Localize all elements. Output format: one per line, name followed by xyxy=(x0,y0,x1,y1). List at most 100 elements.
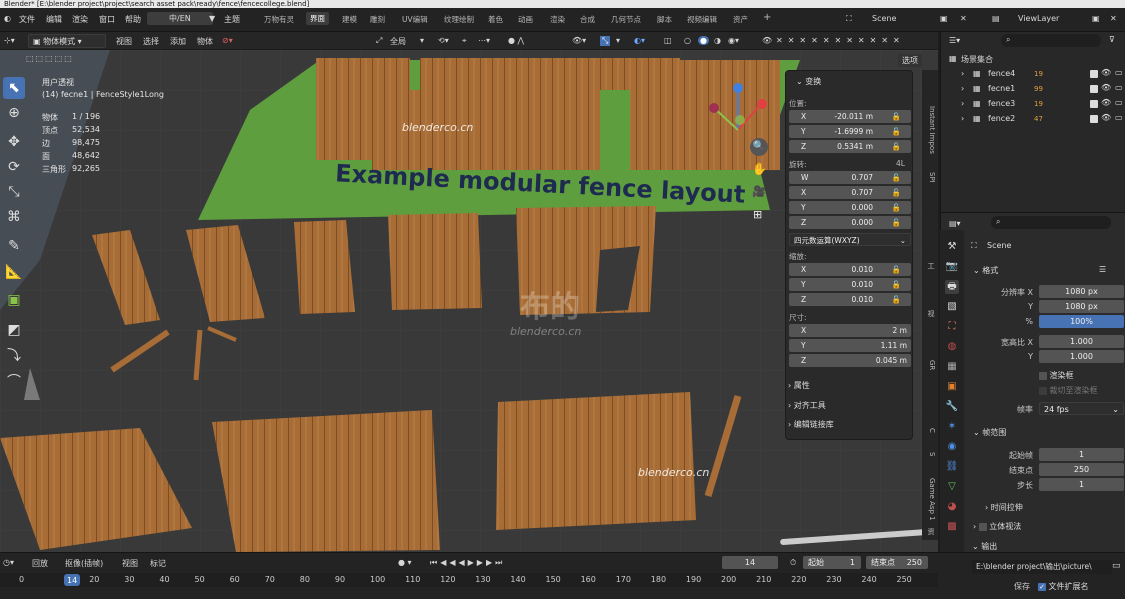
filter-icon[interactable]: ⊽ xyxy=(1109,35,1115,44)
frame-range-header[interactable]: ⌄ 帧范围 xyxy=(973,427,1006,438)
render-region-checkbox[interactable]: 渲染框 xyxy=(1039,370,1074,381)
pivot-icon[interactable]: ⟲▾ xyxy=(438,36,449,45)
tab-workspace-0[interactable]: 万物有灵 xyxy=(264,14,294,25)
include-checkbox[interactable] xyxy=(1090,69,1098,78)
physics-tab-icon[interactable]: ◉ xyxy=(945,440,959,454)
wireframe-shading-icon[interactable]: ○ xyxy=(684,36,691,45)
properties-panel-header[interactable]: › 属性 xyxy=(788,380,810,391)
editor-type-icon[interactable]: ⊹▾ xyxy=(4,36,15,45)
use-preview-range-icon[interactable]: ⏱ xyxy=(790,558,796,568)
dropdown-arrow-icon[interactable]: ▼ xyxy=(209,14,215,23)
frame-step-field[interactable]: 1 xyxy=(1039,478,1124,491)
menu-keying[interactable]: 抠像(插帧) xyxy=(65,558,103,569)
lock-icon[interactable]: 🔓 xyxy=(892,186,901,199)
camera-icon[interactable]: 🎥 xyxy=(752,185,766,198)
material-shading-icon[interactable]: ◑ xyxy=(714,36,721,45)
dropdown-arrow-icon[interactable]: ▾ xyxy=(420,36,424,45)
dropdown-arrow-icon[interactable]: ▾ xyxy=(616,36,620,45)
expand-arrow-icon[interactable]: › xyxy=(961,99,964,108)
select-mode-icons[interactable]: ⬚⬚⬚⬚⬚ xyxy=(26,54,74,63)
include-checkbox[interactable] xyxy=(1090,114,1098,123)
material-tab-icon[interactable]: ◕ xyxy=(945,500,959,514)
pan-hand-icon[interactable]: ✋ xyxy=(752,162,767,176)
tab-rendering[interactable]: 渲染 xyxy=(550,14,565,25)
menu-select[interactable]: 选择 xyxy=(143,36,159,47)
neg-x-axis-handle[interactable] xyxy=(709,103,719,113)
dimensions-y-field[interactable]: Y 1.11 m xyxy=(789,339,911,352)
frame-start-field[interactable]: 1 xyxy=(1039,448,1124,461)
dimensions-x-field[interactable]: X2 m xyxy=(789,324,911,337)
dimensions-z-field[interactable]: Z 0.045 m xyxy=(789,354,911,367)
ortho-grid-icon[interactable]: ⊞ xyxy=(753,208,762,221)
tab-modeling[interactable]: 建模 xyxy=(342,14,357,25)
tab-workspace-layout[interactable]: 界面 xyxy=(306,12,329,25)
xray-icon[interactable]: ◫ xyxy=(664,36,672,45)
snap-target-icon[interactable]: ⋯▾ xyxy=(478,36,490,45)
menu-playback[interactable]: 回放 xyxy=(32,558,48,569)
curve-tool-icon[interactable]: ⌒ xyxy=(3,371,25,393)
lock-icon[interactable]: 🔓 xyxy=(892,110,901,123)
measure-tool-icon[interactable]: 📐 xyxy=(3,261,25,283)
mode-selector[interactable]: ▣ 物体模式 ▾ xyxy=(28,34,106,48)
tab-view[interactable]: 视 xyxy=(924,310,936,317)
gizmo-toggle-icon[interactable]: ⤡ xyxy=(600,36,611,46)
format-header[interactable]: ⌄ 格式 xyxy=(973,265,998,276)
menu-add[interactable]: 添加 xyxy=(170,36,186,47)
rotation-w-field[interactable]: W 0.707 🔓 xyxy=(789,171,911,184)
lock-icon[interactable]: 🔓 xyxy=(892,263,901,276)
tab-c[interactable]: C xyxy=(924,428,936,433)
timeline-start-field[interactable]: 起始 1 xyxy=(803,556,861,569)
tab-compositing[interactable]: 合成 xyxy=(580,14,595,25)
scene-collection-label[interactable]: 场景集合 xyxy=(961,54,993,65)
tab-geometry-nodes[interactable]: 几何节点 xyxy=(611,14,641,25)
lock-icon[interactable]: 🔓 xyxy=(892,140,901,153)
lock-icon[interactable]: 🔓 xyxy=(892,201,901,214)
camera-render-icon[interactable]: ▭ xyxy=(1115,83,1123,92)
res-percentage-slider[interactable]: 100% xyxy=(1039,315,1124,328)
menu-marker[interactable]: 标记 xyxy=(150,558,166,569)
tab-asset[interactable]: 资 xyxy=(924,528,936,535)
visibility-icon[interactable]: 👁▾ xyxy=(572,36,586,45)
tab-spi[interactable]: SPI xyxy=(924,172,936,183)
rotation-lock-4l[interactable]: 4L xyxy=(896,159,905,168)
transform-tool-icon[interactable]: ⌘ xyxy=(3,206,25,228)
material-icon[interactable]: ⊘▾ xyxy=(222,36,233,45)
new-view-layer-icon[interactable]: ▣ xyxy=(1092,14,1100,23)
add-cube-tool-icon[interactable]: ▣ xyxy=(3,289,25,311)
tab-uv-editing[interactable]: UV编辑 xyxy=(402,14,428,25)
eye-icon[interactable]: 👁 xyxy=(1101,68,1111,77)
overlay-icon[interactable]: ◐▾ xyxy=(634,36,645,45)
zoom-icon[interactable]: 🔍 xyxy=(750,138,768,156)
blender-logo-icon[interactable]: ◐ xyxy=(4,14,11,23)
properties-search-input[interactable]: ⌕ xyxy=(991,216,1111,229)
texture-tab-icon[interactable]: ▩ xyxy=(945,520,959,534)
rotation-y-field[interactable]: Y 0.000 🔓 xyxy=(789,201,911,214)
knife-tool-icon[interactable]: ◩ xyxy=(3,319,25,341)
view-layer-tab-icon[interactable]: ▧ xyxy=(945,300,959,314)
tab-sculpting[interactable]: 雕刻 xyxy=(370,14,385,25)
lang-switch-button[interactable]: 中/EN xyxy=(147,12,213,25)
expand-arrow-icon[interactable]: › xyxy=(961,69,964,78)
select-box-tool-icon[interactable]: ⬉ xyxy=(3,77,25,99)
scene-tab-icon[interactable]: ⛶ xyxy=(945,320,959,334)
move-tool-icon[interactable]: ✥ xyxy=(3,131,25,153)
extra-tool-icon[interactable]: ⤵ xyxy=(3,345,25,367)
add-workspace-icon[interactable]: + xyxy=(763,12,771,23)
rendered-shading-icon[interactable]: ◉▾ xyxy=(728,36,739,45)
outliner-item-name[interactable]: fence2 xyxy=(988,114,1015,123)
delete-scene-icon[interactable]: ✕ xyxy=(960,14,967,23)
eye-icon[interactable]: 👁 xyxy=(1101,83,1111,92)
camera-render-icon[interactable]: ▭ xyxy=(1115,98,1123,107)
menu-help[interactable]: 帮助 xyxy=(125,14,141,25)
eye-icon[interactable]: 👁 xyxy=(1101,113,1111,122)
output-path-input[interactable]: E:\blender project\输出\picture\ xyxy=(972,560,1112,574)
menu-object[interactable]: 物体 xyxy=(197,36,213,47)
camera-render-icon[interactable]: ▭ xyxy=(1115,68,1123,77)
tab-video-editing[interactable]: 视频编辑 xyxy=(687,14,717,25)
transform-orientation-icon[interactable]: ⤢ xyxy=(376,36,382,46)
properties-editor-icon[interactable]: ▤▾ xyxy=(949,219,961,228)
location-x-field[interactable]: X -20.011 m 🔓 xyxy=(789,110,911,123)
output-header[interactable]: ⌄ 输出 xyxy=(972,541,997,552)
rotate-tool-icon[interactable]: ⟳ xyxy=(3,156,25,178)
fps-dropdown[interactable]: 24 fps ⌄ xyxy=(1039,402,1124,415)
